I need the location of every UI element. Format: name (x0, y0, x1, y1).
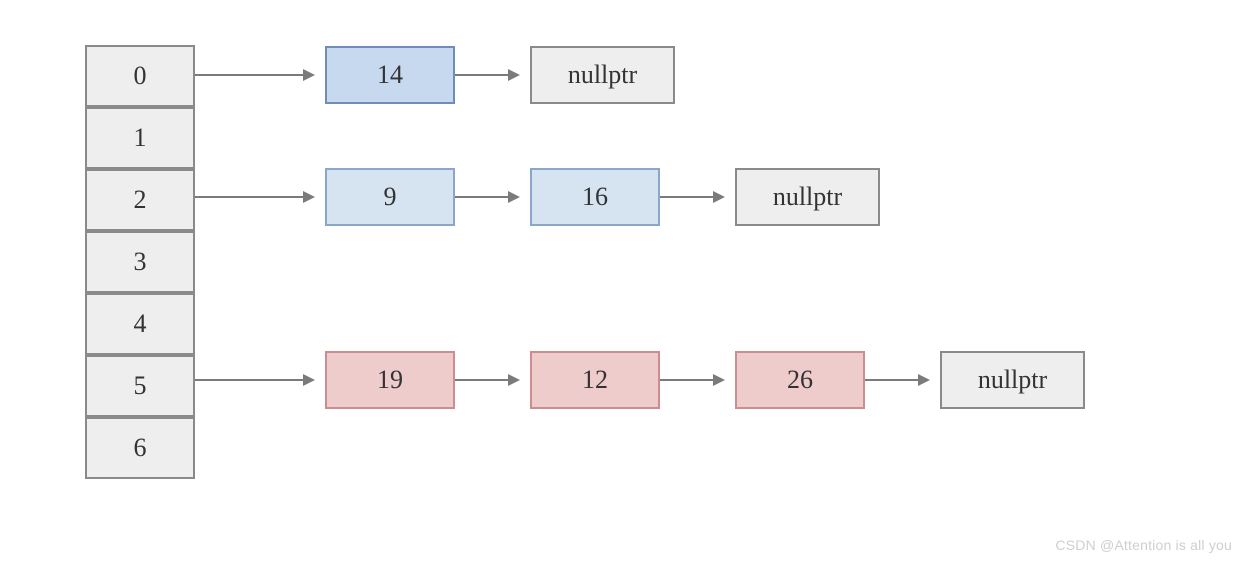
node-value: 26 (787, 367, 813, 393)
arrow (455, 196, 518, 198)
chain-node: 9 (325, 168, 455, 226)
nullptr-node: nullptr (735, 168, 880, 226)
arrow (195, 74, 313, 76)
arrow (455, 74, 518, 76)
bucket-label: 5 (134, 373, 147, 399)
node-value: 9 (384, 184, 397, 210)
hashtable-chaining-diagram: { "buckets": ["0","1","2","3","4","5","6… (0, 0, 1246, 563)
node-value: 19 (377, 367, 403, 393)
bucket-1: 1 (85, 107, 195, 169)
bucket-label: 6 (134, 435, 147, 461)
chain-node: 26 (735, 351, 865, 409)
bucket-3: 3 (85, 231, 195, 293)
arrow (660, 196, 723, 198)
bucket-2: 2 (85, 169, 195, 231)
chain-node: 19 (325, 351, 455, 409)
watermark: CSDN @Attention is all you (1055, 537, 1232, 553)
bucket-label: 4 (134, 311, 147, 337)
arrow (660, 379, 723, 381)
node-value: nullptr (773, 184, 842, 210)
node-value: nullptr (978, 367, 1047, 393)
bucket-0: 0 (85, 45, 195, 107)
nullptr-node: nullptr (530, 46, 675, 104)
nullptr-node: nullptr (940, 351, 1085, 409)
bucket-label: 0 (134, 63, 147, 89)
chain-node: 14 (325, 46, 455, 104)
chain-node: 16 (530, 168, 660, 226)
arrow (865, 379, 928, 381)
arrow (195, 196, 313, 198)
bucket-6: 6 (85, 417, 195, 479)
node-value: 12 (582, 367, 608, 393)
arrow (455, 379, 518, 381)
bucket-label: 3 (134, 249, 147, 275)
bucket-label: 2 (134, 187, 147, 213)
bucket-label: 1 (134, 125, 147, 151)
node-value: nullptr (568, 62, 637, 88)
arrow (195, 379, 313, 381)
node-value: 16 (582, 184, 608, 210)
bucket-5: 5 (85, 355, 195, 417)
node-value: 14 (377, 62, 403, 88)
bucket-4: 4 (85, 293, 195, 355)
chain-node: 12 (530, 351, 660, 409)
